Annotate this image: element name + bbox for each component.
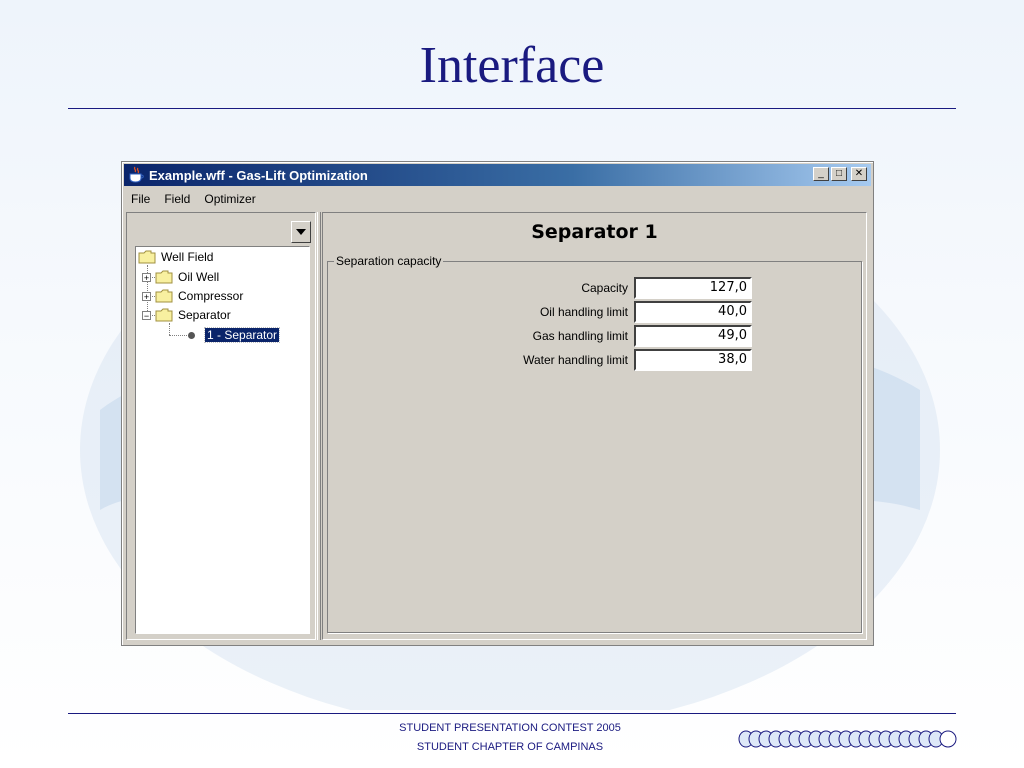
menu-file[interactable]: File xyxy=(124,192,157,206)
gas-limit-label: Gas handling limit xyxy=(532,329,628,343)
footer-chapter: STUDENT CHAPTER OF CAMPINAS xyxy=(416,741,604,753)
capacity-row: Capacity 127,0 xyxy=(328,277,758,299)
panel-splitter[interactable] xyxy=(317,212,321,640)
capacity-label: Capacity xyxy=(581,281,628,295)
top-divider xyxy=(68,108,956,109)
folder-icon xyxy=(155,270,173,284)
expand-toggle[interactable]: + xyxy=(142,272,151,282)
footer-contest: STUDENT PRESENTATION CONTEST 2005 xyxy=(399,722,621,734)
tree-node-oil-well[interactable]: + Oil Well xyxy=(142,268,219,286)
minimize-button[interactable]: _ xyxy=(813,167,829,181)
triangle-down-icon xyxy=(296,229,306,235)
oil-limit-row: Oil handling limit 40,0 xyxy=(328,301,758,323)
panel-title: Separator 1 xyxy=(531,221,658,243)
tree-node-separator[interactable]: − Separator xyxy=(142,306,231,324)
tree-connector xyxy=(169,335,187,336)
title-bar[interactable]: Example.wff - Gas-Lift Optimization _ □ … xyxy=(124,164,871,186)
window-controls: _ □ ✕ xyxy=(813,167,867,181)
dropdown-button[interactable] xyxy=(291,221,311,243)
separation-capacity-group: Separation capacity Capacity 127,0 Oil h… xyxy=(327,254,862,633)
window-title: Example.wff - Gas-Lift Optimization xyxy=(149,167,368,183)
selected-leaf-label: 1 - Separator xyxy=(203,327,281,343)
collapse-toggle[interactable]: − xyxy=(142,310,151,320)
tree-root-label: Well Field xyxy=(161,250,214,264)
group-title: Separation capacity xyxy=(334,254,444,268)
folder-icon xyxy=(155,308,173,322)
tree-node-label: Oil Well xyxy=(178,270,220,284)
slide-title: Interface xyxy=(419,37,605,94)
folder-icon xyxy=(155,289,173,303)
java-cup-icon xyxy=(129,166,144,183)
water-limit-label: Water handling limit xyxy=(523,353,628,367)
menu-field[interactable]: Field xyxy=(157,192,197,206)
gas-limit-row: Gas handling limit 49,0 xyxy=(328,325,758,347)
capacity-input[interactable]: 127,0 xyxy=(634,277,752,299)
tree-node-compressor[interactable]: + Compressor xyxy=(142,287,243,305)
folder-icon xyxy=(138,250,156,264)
tree-leaf-separator-1[interactable]: 1 - Separator xyxy=(188,326,281,344)
oil-limit-input[interactable]: 40,0 xyxy=(634,301,752,323)
leaf-bullet-icon xyxy=(188,331,195,339)
bottom-divider xyxy=(68,713,956,714)
water-limit-row: Water handling limit 38,0 xyxy=(328,349,758,371)
menu-optimizer[interactable]: Optimizer xyxy=(197,192,262,206)
gas-limit-input[interactable]: 49,0 xyxy=(634,325,752,347)
expand-toggle[interactable]: + xyxy=(142,291,151,301)
tree-node-label: Compressor xyxy=(178,289,244,303)
tree-node-label: Separator xyxy=(178,308,231,322)
field-tree[interactable]: Well Field + Oil Well + Compressor − Sep… xyxy=(135,246,310,634)
menu-bar: File Field Optimizer xyxy=(124,188,871,210)
tree-root[interactable]: Well Field xyxy=(138,248,213,266)
maximize-button[interactable]: □ xyxy=(831,167,847,181)
oil-limit-label: Oil handling limit xyxy=(539,305,628,319)
water-limit-input[interactable]: 38,0 xyxy=(634,349,752,371)
detail-panel: Separator 1 Separation capacity Capacity… xyxy=(322,212,867,640)
navigation-panel: Well Field + Oil Well + Compressor − Sep… xyxy=(126,212,316,640)
app-window: Example.wff - Gas-Lift Optimization _ □ … xyxy=(121,161,874,646)
chain-rings-decoration xyxy=(738,730,957,748)
close-button[interactable]: ✕ xyxy=(851,167,867,181)
tree-connector xyxy=(169,323,170,335)
